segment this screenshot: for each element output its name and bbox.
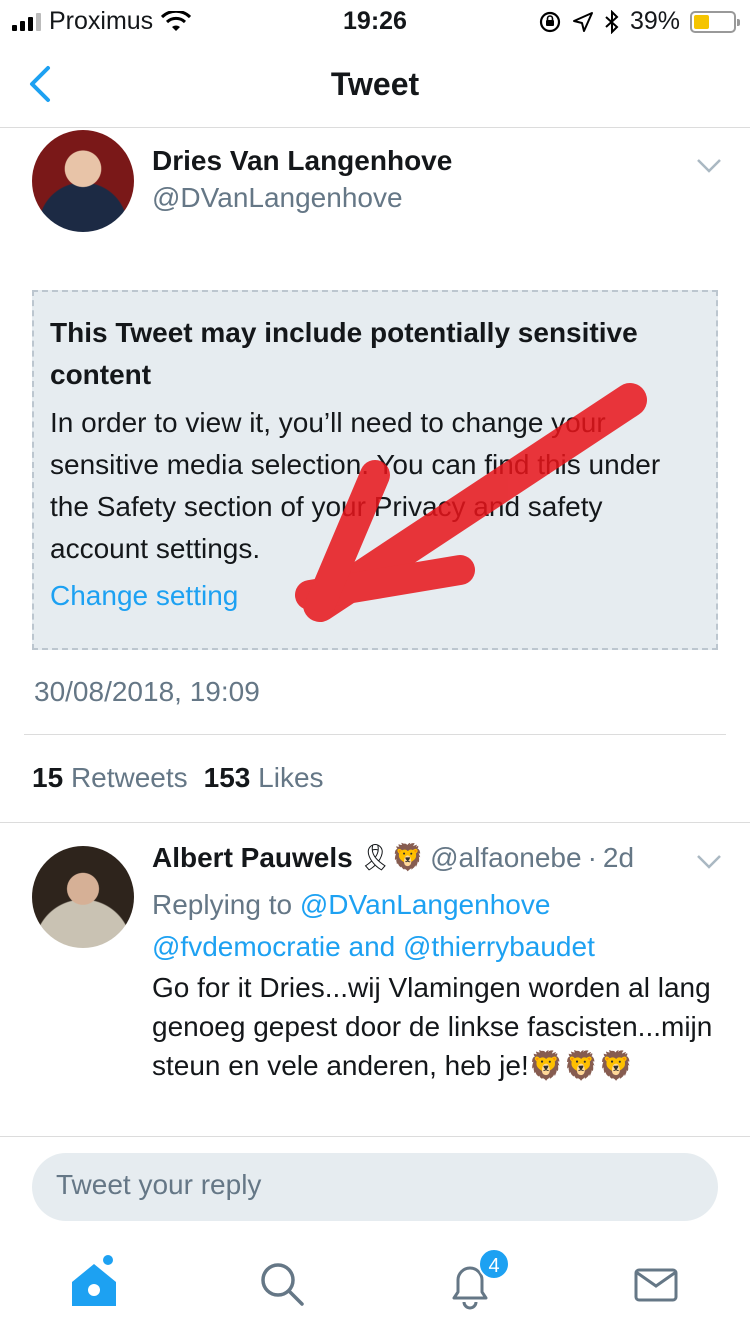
nav-bar: Tweet [0, 42, 750, 128]
reply-author-handle[interactable]: @alfaonebe [430, 842, 581, 874]
author-handle[interactable]: @DVanLangenhove [152, 182, 403, 214]
author-avatar[interactable] [32, 130, 134, 232]
search-icon[interactable] [252, 1254, 312, 1314]
retweets-stat[interactable]: 15 Retweets [32, 762, 188, 794]
tab-bar [0, 1244, 750, 1334]
rotation-lock-icon [539, 11, 561, 32]
sensitive-title: This Tweet may include potentially sensi… [50, 317, 638, 390]
bluetooth-icon [605, 9, 619, 34]
home-icon[interactable] [64, 1254, 124, 1314]
reply-options-chevron-icon[interactable] [696, 854, 722, 870]
battery-percent: 39% [629, 7, 680, 35]
likes-stat[interactable]: 153 Likes [204, 762, 324, 794]
messages-envelope-icon[interactable] [626, 1254, 686, 1314]
name-emojis: 🎗🦁 [358, 843, 425, 873]
status-right: 39% [538, 7, 740, 36]
separator-dot: · [587, 842, 597, 873]
tweet-stats: 15 Retweets 153 Likes [32, 762, 324, 794]
status-bar: Proximus 19:26 39% [0, 0, 750, 42]
change-setting-link[interactable]: Change setting [50, 580, 700, 612]
page-title: Tweet [330, 66, 420, 102]
reply-author-avatar[interactable] [32, 846, 134, 948]
divider [0, 822, 750, 823]
reply-text: Go for it Dries...wij Vlamingen worden a… [152, 972, 713, 1081]
author-name[interactable]: Dries Van Langenhove [152, 145, 452, 177]
replying-to: Replying to @DVanLangenhove @fvdemocrati… [152, 889, 595, 962]
divider [24, 734, 726, 735]
mention-link[interactable]: @fvdemocratie [152, 931, 341, 962]
sensitive-content-notice: This Tweet may include potentially sensi… [32, 290, 718, 650]
tweet-options-chevron-icon[interactable] [696, 158, 722, 174]
sensitive-body: In order to view it, you’ll need to chan… [50, 407, 661, 564]
mention-link[interactable]: @thierrybaudet [403, 931, 595, 962]
notifications-badge: 4 [478, 1248, 510, 1280]
tweet-timestamp: 30/08/2018, 19:09 [34, 676, 260, 707]
reply-time: 2d [602, 842, 635, 873]
location-icon [572, 11, 593, 32]
reply-header: Albert Pauwels 🎗🦁 @alfaonebe · 2d [152, 842, 634, 874]
mention-link[interactable]: @DVanLangenhove [300, 889, 551, 920]
reply-input[interactable]: Tweet your reply [32, 1153, 718, 1221]
reply-author-name[interactable]: Albert Pauwels [152, 842, 353, 874]
mention-and: and [348, 931, 396, 962]
battery-icon [690, 10, 740, 33]
